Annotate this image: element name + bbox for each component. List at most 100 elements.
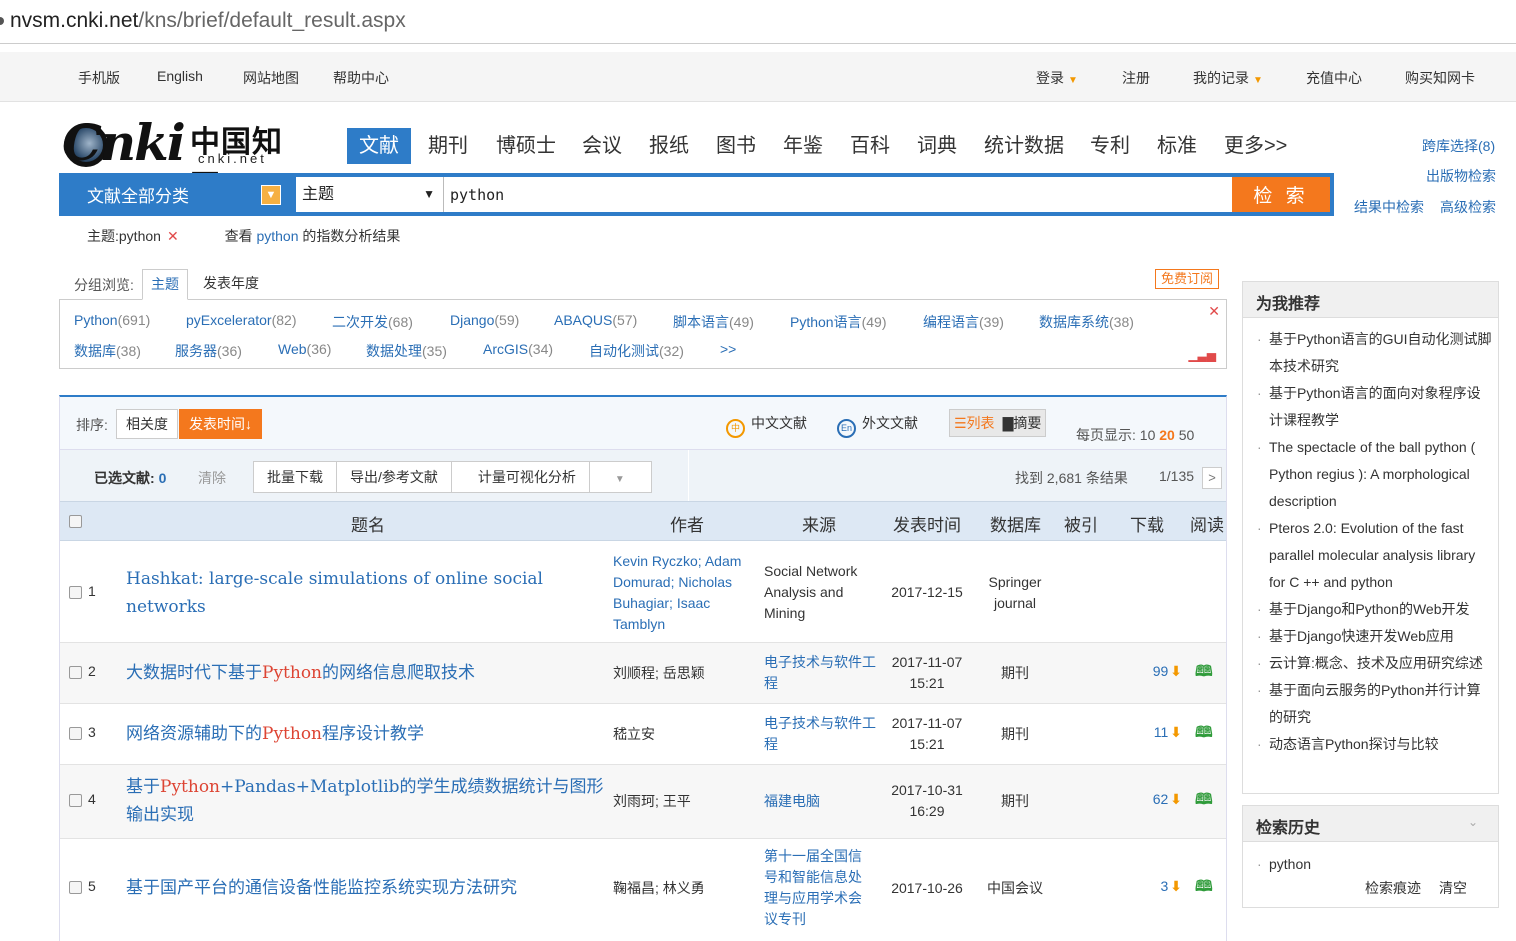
row-checkbox[interactable] [69, 727, 82, 740]
recommendation-item[interactable]: 动态语言Python探讨与比较 [1255, 731, 1493, 758]
recommendation-item[interactable]: 基于Python语言的面向对象程序设计课程教学 [1255, 380, 1493, 434]
header-read[interactable]: 阅读 [1190, 511, 1224, 536]
index-analysis-link[interactable]: python [256, 228, 298, 244]
author-link[interactable]: 嵇立安 [613, 724, 755, 745]
search-button[interactable]: 检 索 [1232, 177, 1330, 212]
topic-more-link[interactable]: >> [720, 341, 736, 357]
clear-selection-link[interactable]: 清除 [198, 468, 226, 488]
author-link[interactable]: 鞠福昌; 林义勇 [613, 878, 755, 899]
search-field-select[interactable]: 主题 ▼ [296, 177, 444, 212]
topic-item[interactable]: Python(691) [74, 312, 150, 328]
read-online-icon[interactable]: 🕮 [1195, 876, 1213, 901]
tab-conference[interactable]: 会议 [582, 128, 622, 164]
recommendation-item[interactable]: 基于Django和Python的Web开发 [1255, 596, 1493, 623]
tab-literature[interactable]: 文献 [347, 128, 411, 164]
download-link[interactable]: 62 ⬇ [1120, 791, 1182, 808]
topic-item[interactable]: Web(36) [278, 341, 331, 357]
history-item[interactable]: python [1269, 856, 1311, 872]
header-source[interactable]: 来源 [802, 511, 836, 536]
download-link[interactable]: 3 ⬇ [1120, 878, 1182, 895]
tab-book[interactable]: 图书 [716, 128, 756, 164]
read-online-icon[interactable]: 🕮 [1195, 722, 1213, 747]
read-online-icon[interactable]: 🕮 [1195, 789, 1213, 814]
next-page-button[interactable]: > [1202, 467, 1222, 489]
author-link[interactable]: Kevin Ryczko; Adam Domurad; Nicholas Buh… [613, 551, 755, 635]
english-link[interactable]: English [157, 68, 203, 84]
advanced-search-link[interactable]: 高级检索 [1440, 197, 1496, 217]
batch-download-button[interactable]: 批量下载 [254, 462, 337, 492]
export-references-button[interactable]: 导出/参考文献 [337, 462, 452, 492]
row-checkbox[interactable] [69, 881, 82, 894]
row-checkbox[interactable] [69, 586, 82, 599]
topic-item[interactable]: ABAQUS(57) [554, 312, 637, 328]
row-checkbox[interactable] [69, 794, 82, 807]
paper-title-link[interactable]: 基于国产平台的通信设备性能监控系统实现方法研究 [126, 874, 611, 902]
list-view-button[interactable]: ☰列表 [950, 410, 999, 436]
paper-title-link[interactable]: 基于Python+Pandas+Matplotlib的学生成绩数据统计与图形输出… [126, 773, 611, 829]
paper-title-link[interactable]: Hashkat: large-scale simulations of onli… [126, 565, 611, 621]
per-page-20[interactable]: 20 [1159, 427, 1175, 443]
tab-thesis[interactable]: 博硕士 [496, 128, 556, 164]
tab-subject[interactable]: 主题 [142, 269, 188, 300]
topic-item[interactable]: 自动化测试(32) [589, 341, 684, 361]
sort-relevance-button[interactable]: 相关度 [116, 409, 178, 439]
close-icon[interactable]: ✕ [1208, 303, 1220, 320]
topic-item[interactable]: 编程语言(39) [923, 312, 1004, 332]
buy-card-link[interactable]: 购买知网卡 [1405, 68, 1475, 88]
tab-pub-year[interactable]: 发表年度 [195, 269, 267, 300]
recommendation-item[interactable]: Pteros 2.0: Evolution of the fast parall… [1255, 515, 1493, 596]
header-downloads[interactable]: 下载 [1130, 511, 1164, 536]
register-link[interactable]: 注册 [1122, 68, 1150, 88]
sort-pubtime-button[interactable]: 发表时间↓ [179, 409, 262, 439]
tab-standard[interactable]: 标准 [1157, 128, 1197, 164]
download-link[interactable]: 99 ⬇ [1120, 663, 1182, 680]
author-link[interactable]: 刘顺程; 岳思颖 [613, 663, 755, 684]
topic-item[interactable]: 脚本语言(49) [673, 312, 754, 332]
cross-db-select-link[interactable]: 跨库选择(8) [1422, 136, 1495, 156]
chinese-literature-filter[interactable]: 中中文文献 [726, 413, 807, 438]
source-link[interactable]: 电子技术与软件工程 [764, 713, 876, 755]
sitemap-link[interactable]: 网站地图 [243, 68, 299, 88]
tab-journal[interactable]: 期刊 [428, 128, 468, 164]
close-icon[interactable]: ✕ [167, 228, 179, 244]
source-link[interactable]: 电子技术与软件工程 [764, 652, 876, 694]
recommendation-item[interactable]: 基于面向云服务的Python并行计算的研究 [1255, 677, 1493, 731]
paper-title-link[interactable]: 大数据时代下基于Python的网络信息爬取技术 [126, 659, 611, 687]
abstract-view-button[interactable]: ▇摘要 [999, 410, 1046, 436]
publication-search-link[interactable]: 出版物检索 [1426, 166, 1496, 186]
tab-newspaper[interactable]: 报纸 [649, 128, 689, 164]
search-trace-link[interactable]: 检索痕迹 [1365, 878, 1421, 898]
topic-item[interactable]: ArcGIS(34) [483, 341, 553, 357]
clear-history-link[interactable]: 清空 [1439, 878, 1467, 898]
per-page-10[interactable]: 10 [1140, 427, 1156, 443]
row-checkbox[interactable] [69, 666, 82, 679]
per-page-50[interactable]: 50 [1179, 427, 1195, 443]
topic-item[interactable]: pyExcelerator(82) [186, 312, 297, 328]
chevron-down-icon[interactable]: ⌄ [1468, 815, 1478, 829]
download-link[interactable]: 11 ⬇ [1120, 724, 1182, 741]
my-records-link[interactable]: 我的记录 ▼ [1193, 68, 1263, 88]
search-input[interactable] [444, 177, 1232, 212]
category-selector[interactable]: 文献全部分类 [87, 182, 189, 207]
header-title[interactable]: 题名 [351, 511, 385, 536]
chart-icon[interactable]: ▁▃▅ [1188, 348, 1216, 362]
tab-statistics[interactable]: 统计数据 [984, 128, 1064, 164]
select-all-checkbox[interactable] [69, 515, 82, 528]
header-database[interactable]: 数据库 [990, 511, 1041, 536]
recommendation-item[interactable]: 基于Django快速开发Web应用 [1255, 623, 1493, 650]
header-author[interactable]: 作者 [670, 511, 704, 536]
topic-item[interactable]: Python语言(49) [790, 312, 887, 332]
topic-item[interactable]: 服务器(36) [175, 341, 242, 361]
tab-dictionary[interactable]: 词典 [917, 128, 957, 164]
help-link[interactable]: 帮助中心 [333, 68, 389, 88]
tab-patent[interactable]: 专利 [1090, 128, 1130, 164]
url-text[interactable]: nvsm.cnki.net/kns/brief/default_result.a… [10, 9, 406, 33]
header-pubdate[interactable]: 发表时间 [893, 511, 961, 536]
topic-item[interactable]: 二次开发(68) [332, 312, 413, 332]
paper-title-link[interactable]: 网络资源辅助下的Python程序设计教学 [126, 720, 611, 748]
topic-item[interactable]: 数据库(38) [74, 341, 141, 361]
recommendation-item[interactable]: The spectacle of the ball python ( Pytho… [1255, 434, 1493, 515]
source-link[interactable]: 第十一届全国信号和智能信息处理与应用学术会议专刊 [764, 846, 870, 930]
recharge-link[interactable]: 充值中心 [1306, 68, 1362, 88]
topic-item[interactable]: 数据库系统(38) [1039, 312, 1134, 332]
